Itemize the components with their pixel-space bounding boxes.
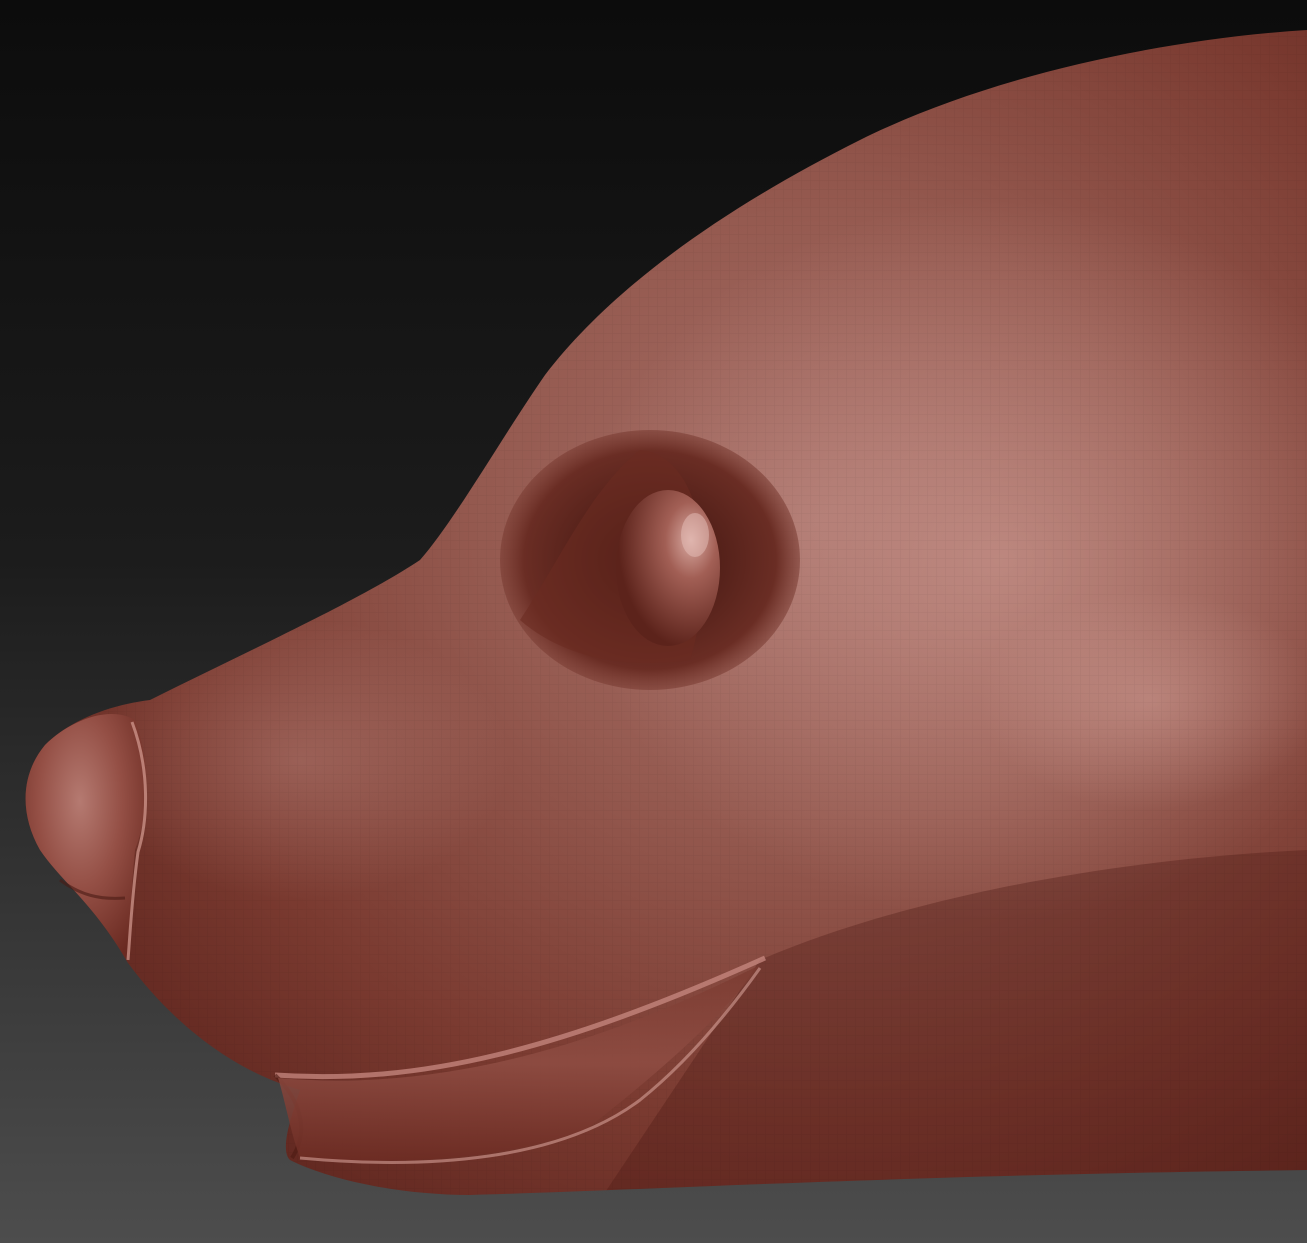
sculpt-canvas[interactable]	[0, 0, 1307, 1243]
eye-specular	[681, 513, 709, 557]
eyeball	[616, 490, 720, 646]
sculpt-viewport[interactable]	[0, 0, 1307, 1243]
